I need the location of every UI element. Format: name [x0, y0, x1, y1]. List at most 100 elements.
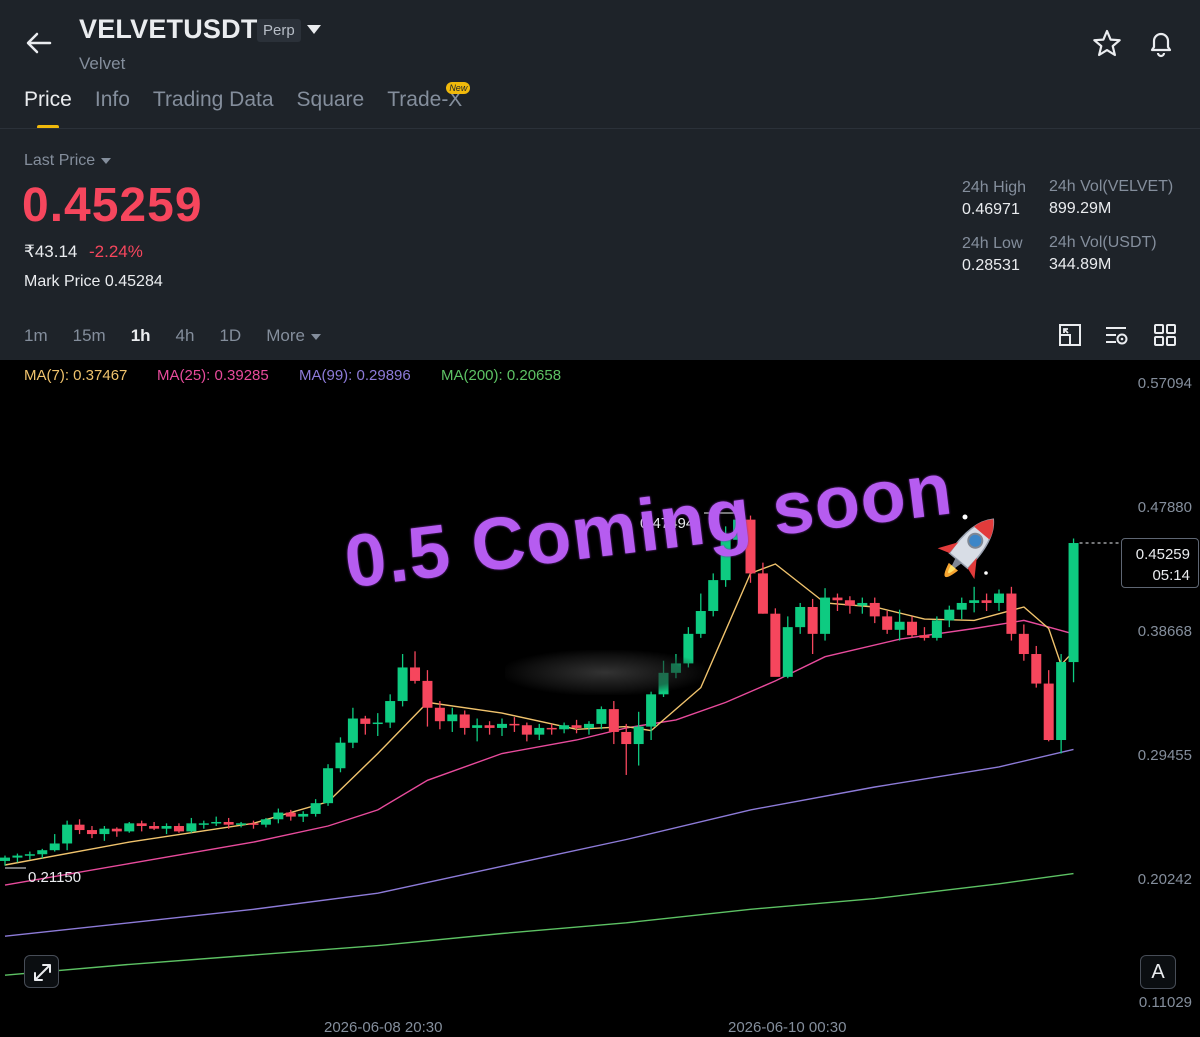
candle-up — [596, 709, 607, 724]
last-price-selector[interactable]: Last Price — [24, 152, 112, 170]
interval-more[interactable]: More — [266, 326, 321, 346]
candle-up — [273, 812, 284, 820]
last-price-label: Last Price — [24, 152, 96, 169]
y-tick-label: 0.38668 — [1137, 623, 1192, 640]
y-tick-label: 0.20242 — [1137, 871, 1192, 888]
fullscreen-button[interactable] — [24, 955, 59, 988]
candle-down — [844, 600, 855, 606]
candle-down — [621, 731, 632, 745]
tab-info[interactable]: Info — [95, 88, 130, 112]
tab-price[interactable]: Price — [24, 88, 72, 129]
vol-quote-value: 344.89M — [1049, 256, 1112, 273]
ma25-legend: MA(25): 0.39285 — [157, 367, 269, 384]
x-tick-label: 2026-06-08 20:30 — [324, 1019, 443, 1036]
candle-down — [907, 621, 918, 636]
interval-1h[interactable]: 1h — [131, 326, 151, 346]
caret-down-icon — [310, 333, 321, 340]
interval-4h[interactable]: 4h — [176, 326, 195, 346]
back-arrow-icon[interactable] — [24, 28, 54, 58]
candle-down — [882, 616, 893, 630]
vol-base-value: 899.29M — [1049, 200, 1112, 217]
candle-up — [782, 627, 793, 677]
candle-down — [86, 830, 97, 835]
last-price: 0.45259 — [22, 179, 203, 232]
interval-1m[interactable]: 1m — [24, 326, 48, 346]
candle-down — [546, 727, 557, 730]
current-price-value: 0.45259 — [1135, 546, 1190, 563]
tab-bar: Price Info Trading Data Square Trade-X N… — [24, 82, 471, 129]
caret-down-icon — [101, 157, 112, 164]
tab-trade-x[interactable]: Trade-X New — [387, 82, 471, 112]
candle-down — [459, 714, 470, 728]
candle-up — [310, 803, 321, 814]
candle-up — [820, 597, 831, 634]
interval-1d[interactable]: 1D — [219, 326, 241, 346]
y-tick-label: 0.47880 — [1137, 499, 1192, 516]
candle-up — [633, 726, 644, 745]
candle-up — [931, 620, 942, 638]
candle-countdown: 05:14 — [1152, 567, 1190, 584]
candle-up — [708, 580, 719, 612]
candle-up — [497, 723, 507, 728]
tab-square[interactable]: Square — [297, 88, 365, 112]
y-tick-label: 0.29455 — [1137, 747, 1192, 764]
grid-layout-icon[interactable] — [1152, 322, 1178, 348]
candle-up — [335, 742, 346, 769]
candle-up — [0, 857, 10, 861]
interval-more-label: More — [266, 326, 305, 345]
candle-up — [49, 843, 60, 851]
candle-down — [149, 826, 160, 829]
candle-down — [1031, 654, 1042, 684]
depth-chart-icon[interactable] — [1057, 322, 1083, 348]
y-tick-label: 0.11029 — [1138, 994, 1192, 1011]
candle-up — [894, 621, 905, 630]
candle-down — [285, 812, 296, 817]
symbol-dropdown-icon[interactable] — [307, 25, 321, 34]
candle-up — [347, 718, 358, 743]
candle-down — [770, 613, 781, 677]
ma200-legend: MA(200): 0.20658 — [441, 367, 562, 384]
mark-price: Mark Price 0.45284 — [24, 273, 163, 291]
mark-price-label: Mark Price — [24, 273, 101, 290]
inr-price: ₹43.14 — [24, 242, 78, 261]
high-24h-value: 0.46971 — [962, 201, 1020, 218]
candle-down — [434, 707, 445, 722]
price-change-pct: -2.24% — [89, 242, 143, 261]
interval-bar: 1m 15m 1h 4h 1D More — [24, 326, 346, 346]
bell-icon[interactable] — [1145, 27, 1177, 59]
candle-up — [397, 667, 408, 702]
candle-down — [919, 635, 930, 638]
auto-scale-button[interactable]: A — [1140, 955, 1176, 989]
candle-up — [1068, 543, 1079, 663]
candle-up — [795, 606, 806, 628]
candlestick-chart[interactable] — [0, 360, 1200, 1037]
tab-trading-data[interactable]: Trading Data — [153, 88, 274, 112]
candle-up — [472, 725, 483, 728]
candle-down — [509, 723, 520, 726]
expand-arrows-icon — [34, 964, 51, 981]
candle-up — [559, 725, 570, 730]
candle-down — [484, 725, 495, 728]
rocket-icon — [937, 514, 995, 580]
interval-15m[interactable]: 15m — [73, 326, 106, 346]
candle-up — [211, 821, 222, 824]
indicator-settings-icon[interactable] — [1104, 322, 1130, 348]
candle-down — [807, 606, 818, 634]
candle-up — [534, 727, 545, 735]
candle-up — [1056, 662, 1067, 741]
candle-up — [99, 828, 110, 835]
candle-up — [695, 611, 706, 634]
candle-up — [124, 823, 135, 832]
candle-down — [248, 823, 259, 825]
candle-down — [521, 725, 532, 735]
ma99-legend: MA(99): 0.29896 — [299, 367, 411, 384]
favorite-star-icon[interactable] — [1091, 28, 1123, 60]
candle-down — [410, 667, 421, 681]
candle-up — [944, 609, 955, 621]
symbol-title[interactable]: VELVETUSDT — [79, 14, 258, 45]
candle-up — [62, 824, 73, 844]
candle-up — [37, 850, 48, 855]
new-badge: New — [446, 82, 471, 94]
candle-up — [385, 701, 396, 723]
candle-up — [12, 855, 23, 858]
